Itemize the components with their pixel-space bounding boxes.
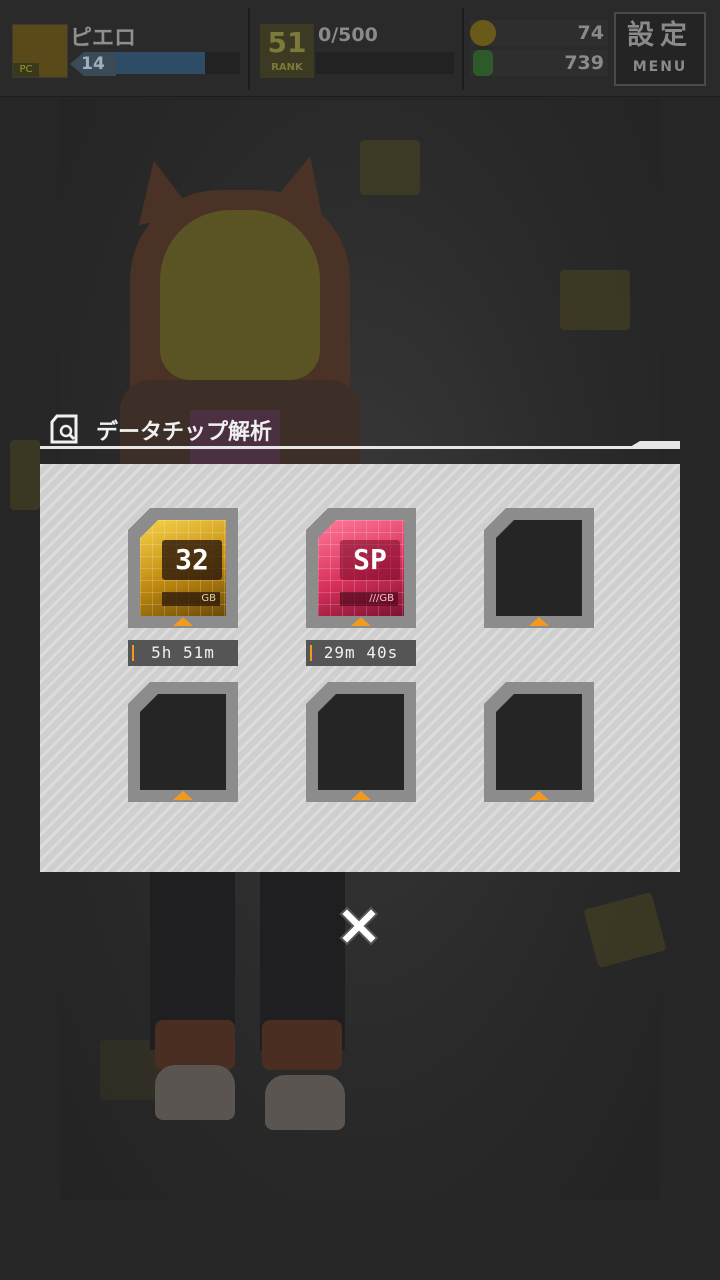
top-status-bar: PC ピエロ 14 51 RANK 0/500 74 739 設定 MENU [0, 0, 720, 97]
level-progress-bar [116, 52, 240, 74]
rank-icon: 51 RANK [260, 24, 314, 78]
data-chip: SP ///GB [318, 520, 404, 616]
chip-slot-empty[interactable] [484, 682, 596, 804]
chip-slot-empty[interactable] [128, 682, 240, 804]
chip-slot-analyzing[interactable]: 32 GB 5h 51m [128, 508, 240, 666]
can-counter: 739 [470, 50, 608, 76]
can-value: 739 [564, 52, 604, 74]
slot-arrow-icon [173, 617, 193, 626]
player-avatar[interactable]: PC [12, 24, 68, 78]
chip-slot-empty[interactable] [484, 508, 596, 630]
close-icon[interactable] [331, 898, 387, 954]
title-underline-tab [630, 441, 680, 447]
chip-slot-analyzing[interactable]: SP ///GB 29m 40s [306, 508, 418, 666]
chip-label: SP [340, 540, 400, 580]
level-badge: 14 [70, 52, 116, 76]
coin-icon [470, 20, 496, 46]
dialog-header: データチップ解析 [40, 408, 680, 452]
slot-arrow-icon [529, 617, 549, 626]
slot-empty-area [318, 694, 404, 790]
analysis-timer: 29m 40s [306, 640, 416, 666]
slot-arrow-icon [351, 791, 371, 800]
coin-value: 74 [577, 22, 604, 44]
chip-slot-empty[interactable] [306, 682, 418, 804]
stamina-bar [316, 52, 454, 74]
menu-kanji: 設定 [627, 20, 693, 51]
menu-label: MENU [632, 59, 688, 75]
chip-slot-panel: 32 GB 5h 51m SP ///GB 29m 40s [40, 464, 680, 872]
data-chip: 32 GB [140, 520, 226, 616]
rank-value: 51 [267, 26, 307, 59]
slot-arrow-icon [173, 791, 193, 800]
slot-arrow-icon [351, 617, 371, 626]
stamina-text: 0/500 [318, 24, 378, 46]
slot-empty-area [496, 694, 582, 790]
level-progress-fill [116, 52, 206, 74]
coin-counter: 74 [470, 20, 608, 46]
player-name: ピエロ [70, 26, 137, 51]
rank-label: RANK [271, 62, 303, 73]
dialog-title: データチップ解析 [96, 420, 273, 445]
slot-empty-area [496, 520, 582, 616]
slot-arrow-icon [529, 791, 549, 800]
chip-unit: ///GB [340, 592, 398, 606]
menu-button[interactable]: 設定 MENU [614, 12, 706, 86]
analysis-timer: 5h 51m [128, 640, 238, 666]
chip-analysis-icon [50, 414, 78, 444]
chip-label: 32 [162, 540, 222, 580]
title-underline [40, 446, 680, 449]
slot-empty-area [140, 694, 226, 790]
chip-unit: GB [162, 592, 220, 606]
can-icon [473, 50, 493, 76]
avatar-tag: PC [13, 63, 39, 77]
